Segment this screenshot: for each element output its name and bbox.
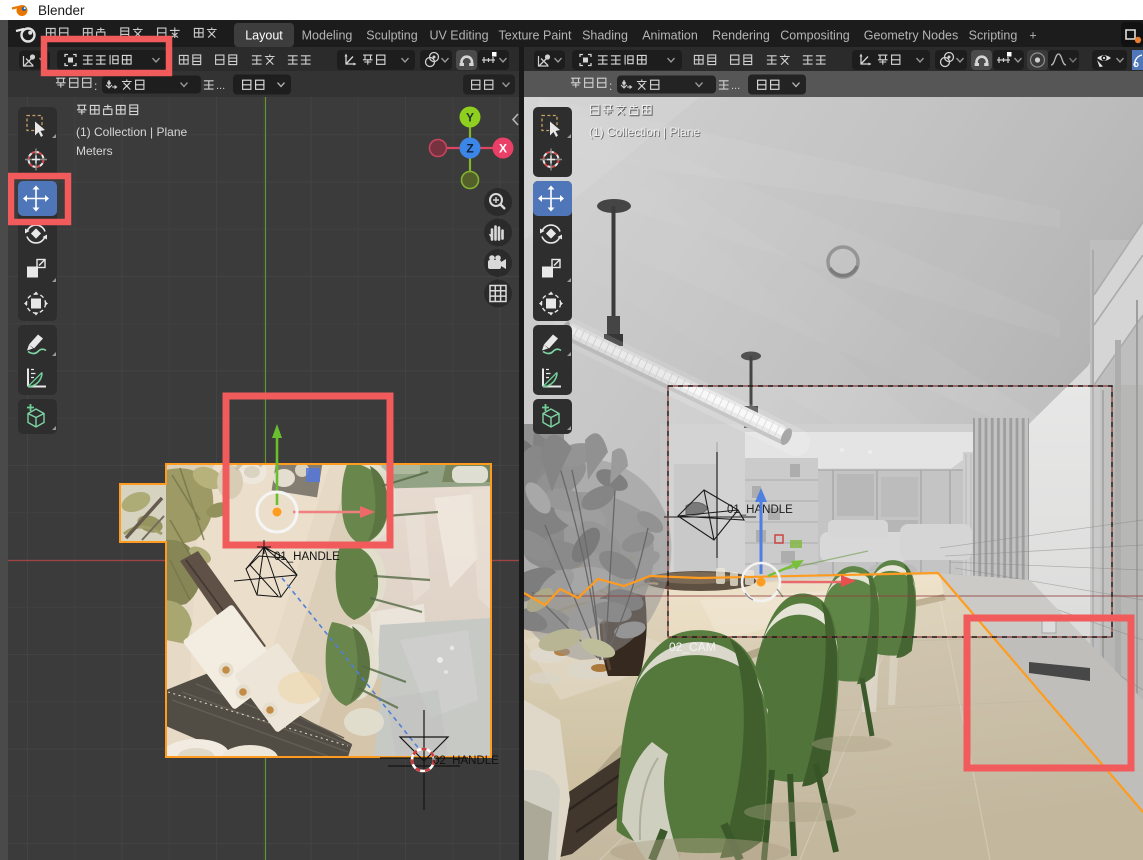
svg-text:Layout: Layout	[245, 29, 283, 43]
svg-text:02_HANDLE: 02_HANDLE	[433, 755, 499, 767]
svg-text:Z: Z	[466, 142, 473, 156]
svg-text::: :	[94, 79, 97, 93]
svg-text:02_CAM: 02_CAM	[669, 640, 716, 654]
svg-text:(1) Collection | Plane: (1) Collection | Plane	[76, 125, 187, 139]
svg-text:X: X	[499, 142, 507, 156]
svg-text:...: ...	[216, 80, 225, 92]
svg-text:Scripting: Scripting	[969, 29, 1018, 43]
svg-text:Modeling: Modeling	[302, 29, 353, 43]
svg-text:Meters: Meters	[76, 144, 113, 158]
svg-text:Compositing: Compositing	[780, 29, 850, 43]
svg-text::: :	[609, 79, 612, 93]
svg-text:Shading: Shading	[582, 29, 628, 43]
svg-text:UV Editing: UV Editing	[429, 29, 488, 43]
svg-text:Animation: Animation	[642, 29, 698, 43]
svg-text:(1) Collection | Plane: (1) Collection | Plane	[589, 125, 700, 139]
svg-text:Rendering: Rendering	[712, 29, 770, 43]
svg-text:Sculpting: Sculpting	[366, 29, 417, 43]
svg-text:01_HANDLE: 01_HANDLE	[274, 551, 340, 563]
svg-text:Texture Paint: Texture Paint	[499, 29, 572, 43]
svg-text:Geometry Nodes: Geometry Nodes	[864, 29, 958, 43]
svg-text:Y: Y	[466, 111, 474, 125]
svg-text:+: +	[1029, 29, 1036, 43]
svg-text:...: ...	[731, 80, 740, 92]
svg-text:Blender: Blender	[38, 3, 85, 18]
